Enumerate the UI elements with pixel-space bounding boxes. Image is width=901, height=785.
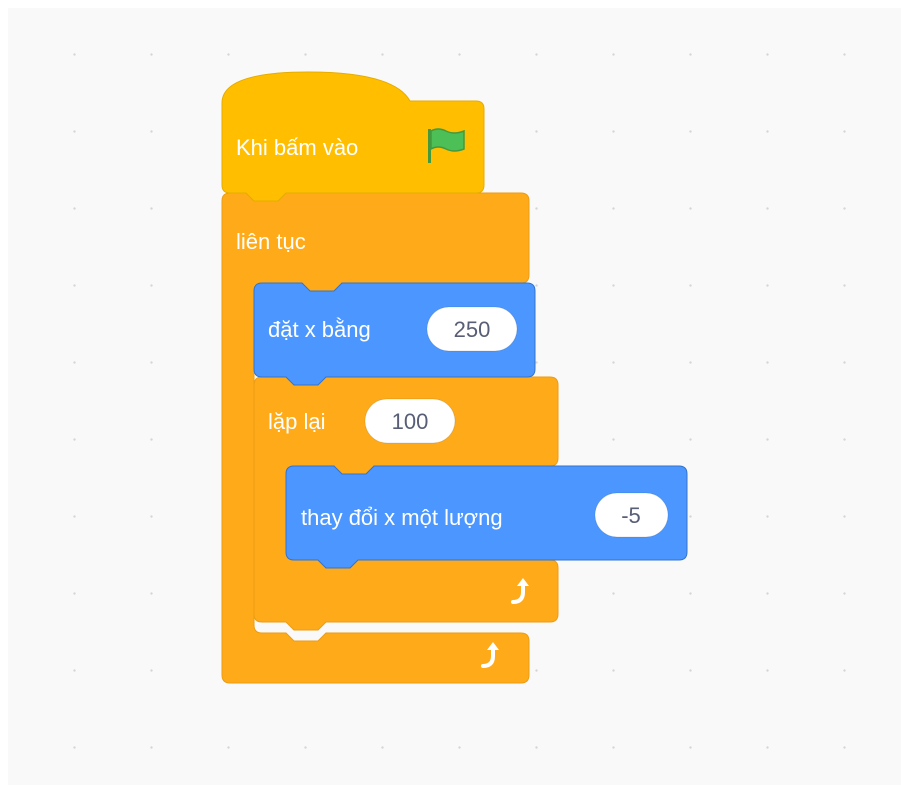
repeat-count-value: 100: [392, 409, 429, 434]
set-x-value-input[interactable]: 250: [426, 306, 518, 352]
hat-label: Khi bấm vào: [236, 135, 358, 160]
change-x-value-input[interactable]: -5: [594, 492, 669, 538]
repeat-label: lặp lại: [268, 409, 325, 434]
set-x-label: đặt x bằng: [268, 317, 371, 342]
set-x-block[interactable]: đặt x bằng 250: [253, 282, 536, 386]
change-x-label: thay đổi x một lượng: [301, 505, 503, 530]
set-x-value: 250: [454, 317, 491, 342]
when-flag-clicked-hat-block[interactable]: Khi bấm vào: [221, 71, 485, 202]
forever-label: liên tục: [236, 229, 306, 254]
change-x-value: -5: [621, 503, 641, 528]
repeat-count-input[interactable]: 100: [364, 398, 456, 444]
change-x-block[interactable]: thay đổi x một lượng -5: [285, 465, 688, 569]
